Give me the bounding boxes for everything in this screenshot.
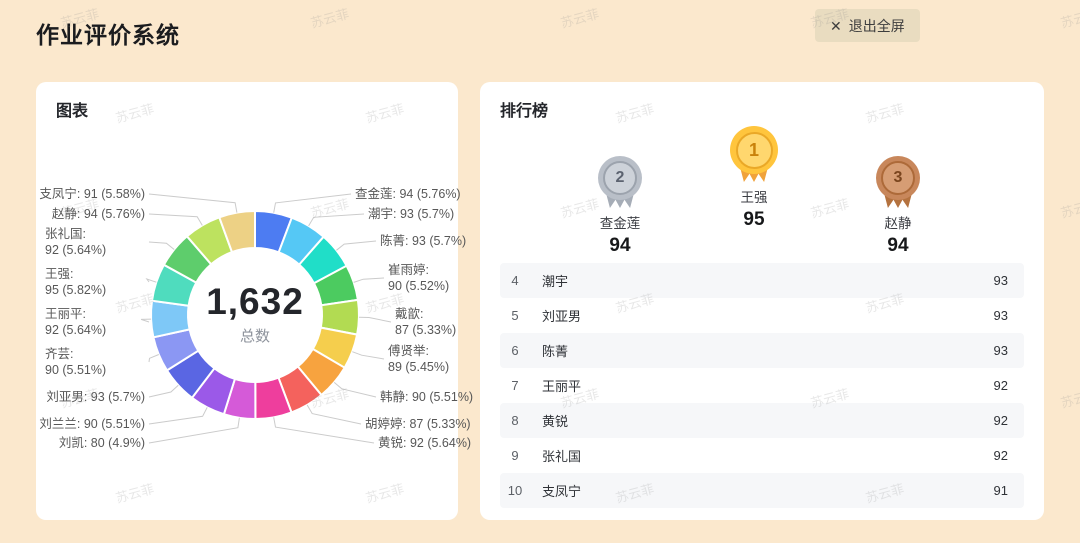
rank-number: 5 (500, 308, 530, 323)
rank-score: 92 (994, 413, 1008, 428)
pie-leader-line (149, 194, 237, 213)
leaderboard-panel: 排行榜 2查金莲941王强953赵静94 4潮宇935刘亚男936陈菁937王丽… (480, 82, 1044, 520)
podium-score: 95 (743, 209, 764, 231)
silver-medal-icon: 2 (598, 156, 642, 200)
watermark-text: 苏云菲 (558, 3, 601, 31)
watermark-text: 苏云菲 (1058, 193, 1080, 221)
close-icon: ✕ (830, 19, 842, 33)
rank-name: 王丽平 (542, 376, 994, 395)
rank-score: 93 (994, 273, 1008, 288)
rank-score: 93 (994, 308, 1008, 323)
rank-name: 支凤宁 (542, 481, 994, 500)
podium-name: 查金莲 (600, 212, 641, 232)
app-root: 苏云菲苏云菲苏云菲苏云菲苏云菲苏云菲苏云菲苏云菲苏云菲苏云菲苏云菲苏云菲苏云菲苏… (0, 0, 1080, 543)
medal-rank: 1 (736, 132, 773, 169)
exit-fullscreen-label: 退出全屏 (849, 16, 905, 36)
pie-leader-line (141, 319, 151, 322)
rank-number: 4 (500, 273, 530, 288)
podium-gold: 1 王强 95 (694, 126, 814, 231)
pie-label: 齐芸:90 (5.51%) (45, 346, 106, 378)
rank-number: 7 (500, 378, 530, 393)
rank-score: 91 (994, 483, 1008, 498)
pie-leader-line (359, 317, 391, 322)
pie-label: 陈菁: 93 (5.7%) (380, 233, 466, 249)
pie-label: 戴歆:87 (5.33%) (395, 306, 456, 338)
podium-name: 赵静 (885, 212, 912, 232)
pie-label: 刘兰兰: 90 (5.51%) (39, 416, 145, 432)
watermark-text: 苏云菲 (308, 3, 351, 31)
gold-medal-icon: 1 (730, 126, 778, 174)
rank-name: 张礼国 (542, 446, 994, 465)
rank-score: 92 (994, 378, 1008, 393)
pie-leader-line (149, 214, 202, 225)
pie-label: 赵静: 94 (5.76%) (52, 206, 145, 222)
pie-label: 王强:95 (5.82%) (45, 266, 106, 298)
pie-label: 王丽平:92 (5.64%) (45, 306, 106, 338)
podium-score: 94 (887, 235, 908, 257)
rank-name: 黄锐 (542, 411, 994, 430)
pie-label: 刘凯: 80 (4.9%) (59, 435, 145, 451)
pie-label: 潮宇: 93 (5.7%) (368, 206, 454, 222)
rank-row: 5 刘亚男93 (500, 298, 1024, 333)
podium-bronze: 3 赵静 94 (838, 156, 958, 257)
pie-leader-line (149, 407, 207, 424)
rank-name: 陈菁 (542, 341, 994, 360)
page-title: 作业评价系统 (36, 16, 180, 50)
pie-leader-line (149, 385, 178, 397)
pie-label: 张礼国:92 (5.64%) (45, 226, 106, 258)
chart-panel: 图表 查金莲: 94 (5.76%)潮宇: 93 (5.7%)陈菁: 93 (5… (36, 82, 458, 520)
rank-row: 8 黄锐92 (500, 403, 1024, 438)
podium-silver: 2 查金莲 94 (560, 156, 680, 257)
pie-leader-line (334, 382, 376, 397)
leaderboard-title: 排行榜 (500, 97, 548, 121)
rank-row: 10 支凤宁91 (500, 473, 1024, 508)
rank-score: 93 (994, 343, 1008, 358)
pie-leader-line (309, 214, 364, 226)
podium-score: 94 (609, 235, 630, 257)
pie-label: 崔雨婷:90 (5.52%) (388, 262, 449, 294)
donut-chart[interactable] (36, 82, 458, 520)
pie-leader-line (352, 352, 384, 359)
medal-rank: 3 (881, 161, 915, 195)
pie-leader-line (336, 241, 376, 250)
pie-leader-line (307, 405, 361, 424)
exit-fullscreen-button[interactable]: ✕ 退出全屏 (815, 9, 920, 42)
bronze-medal-icon: 3 (876, 156, 920, 200)
pie-leader-line (149, 242, 174, 250)
pie-label: 韩静: 90 (5.51%) (380, 389, 473, 405)
pie-label: 傅贤举:89 (5.45%) (388, 343, 449, 375)
rank-name: 刘亚男 (542, 306, 994, 325)
rank-row: 4 潮宇93 (500, 263, 1024, 298)
rank-number: 10 (500, 483, 530, 498)
watermark-text: 苏云菲 (1058, 383, 1080, 411)
watermark-text: 苏云菲 (1058, 3, 1080, 31)
medal-rank: 2 (603, 161, 637, 195)
rank-score: 92 (994, 448, 1008, 463)
rank-number: 8 (500, 413, 530, 428)
podium-name: 王强 (741, 186, 768, 206)
rank-number: 9 (500, 448, 530, 463)
rank-row: 7 王丽平92 (500, 368, 1024, 403)
pie-leader-line (274, 194, 351, 213)
pie-leader-line (354, 278, 384, 282)
pie-label: 支凤宁: 91 (5.58%) (39, 186, 145, 202)
pie-label: 胡婷婷: 87 (5.33%) (365, 416, 471, 432)
pie-leader-line (147, 279, 157, 282)
rank-number: 6 (500, 343, 530, 358)
pie-leader-line (274, 417, 374, 443)
pie-label: 刘亚男: 93 (5.7%) (46, 389, 145, 405)
rank-name: 潮宇 (542, 271, 994, 290)
pie-label: 查金莲: 94 (5.76%) (355, 186, 461, 202)
rank-row: 9 张礼国92 (500, 438, 1024, 473)
pie-label: 黄锐: 92 (5.64%) (378, 435, 471, 451)
rank-row: 6 陈菁93 (500, 333, 1024, 368)
pie-leader-line (149, 355, 159, 363)
